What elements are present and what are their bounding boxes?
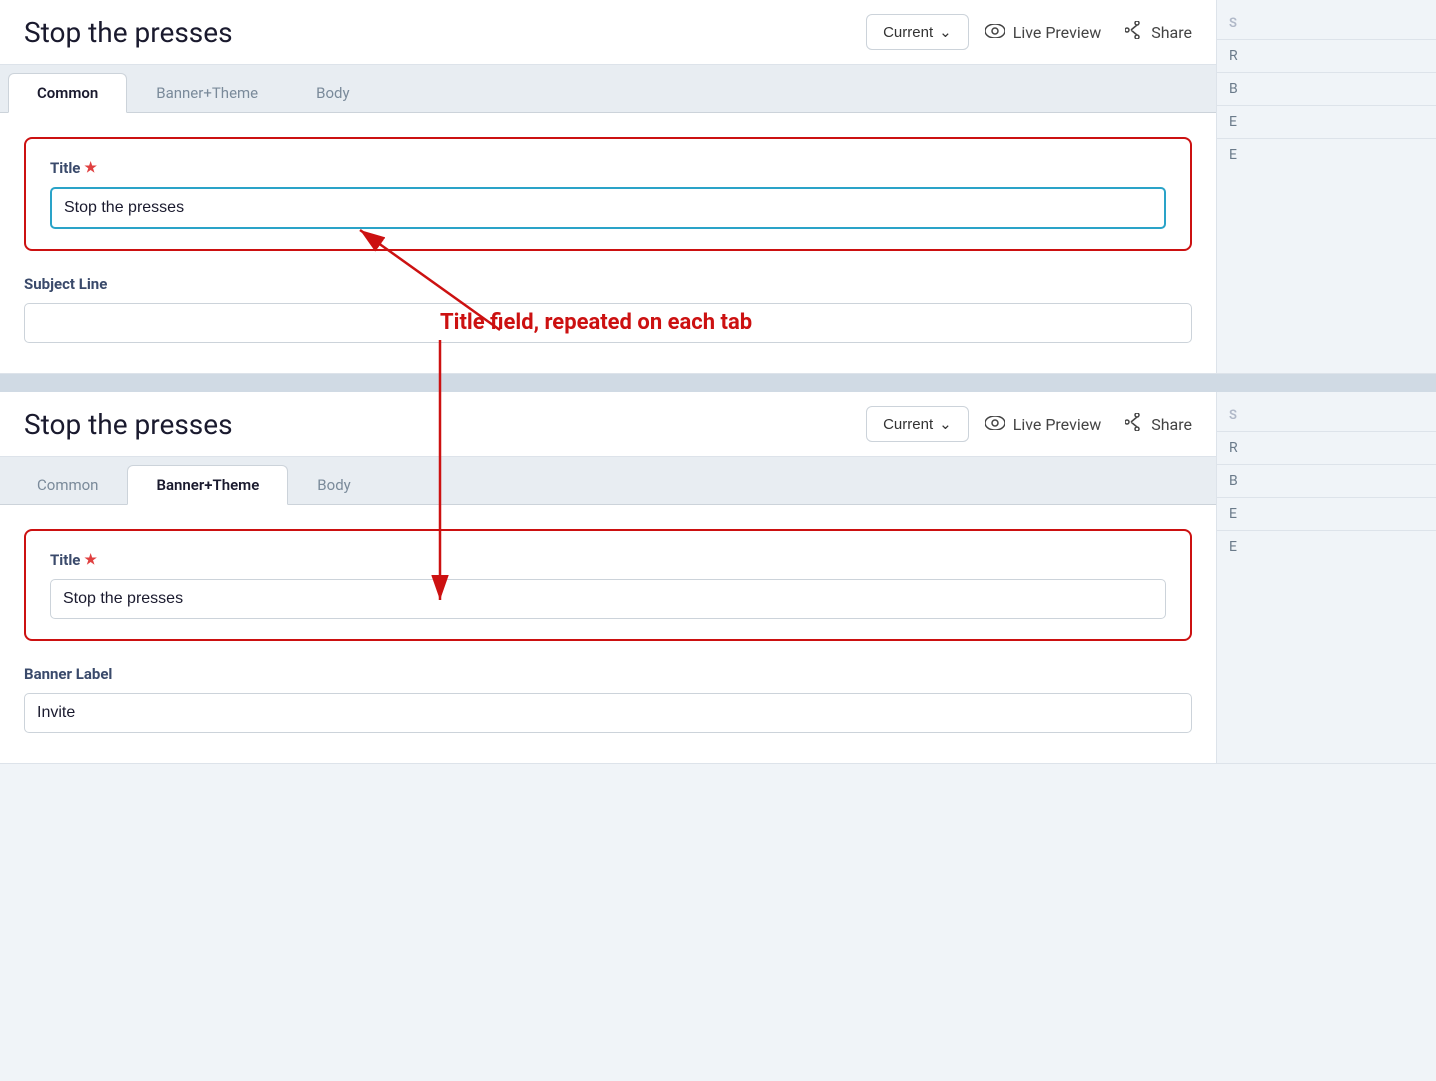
top-header: Stop the presses Current ⌄ Live Preview [0, 0, 1216, 65]
subject-line-input[interactable] [24, 303, 1192, 343]
subject-line-section: Subject Line [24, 275, 1192, 343]
title-field-card-top: Title ★ [24, 137, 1192, 251]
banner-label-label: Banner Label [24, 665, 1192, 683]
dropdown-chevron-icon: ⌄ [939, 23, 952, 41]
header-actions: Live Preview Share [985, 21, 1192, 43]
bottom-content: Title ★ Banner Label [0, 505, 1216, 763]
share-icon [1125, 21, 1143, 43]
bottom-header: Stop the presses Current ⌄ Live Preview [0, 392, 1216, 457]
share-label: Share [1151, 23, 1192, 42]
bottom-section: Stop the presses Current ⌄ Live Preview [0, 392, 1436, 764]
tab-common-top[interactable]: Common [8, 73, 127, 113]
banner-label-input[interactable] [24, 693, 1192, 733]
tab-common-bottom[interactable]: Common [8, 465, 127, 504]
bottom-share-button[interactable]: Share [1125, 413, 1192, 435]
eye-icon [985, 23, 1005, 42]
top-right-sidebar: S R B E E [1216, 0, 1436, 373]
title-input-top[interactable] [50, 187, 1166, 229]
bottom-share-label: Share [1151, 415, 1192, 434]
title-label-top: Title ★ [50, 159, 1166, 177]
bottom-eye-icon [985, 415, 1005, 434]
bottom-main-panel: Stop the presses Current ⌄ Live Preview [0, 392, 1216, 763]
tab-banner-theme-top[interactable]: Banner+Theme [127, 73, 287, 112]
bottom-live-preview-button[interactable]: Live Preview [985, 415, 1102, 434]
top-content: Title ★ Subject Line [0, 113, 1216, 373]
required-star-bottom: ★ [84, 552, 97, 568]
bottom-tabs-bar: Common Banner+Theme Body [0, 457, 1216, 505]
panel-separator [0, 374, 1436, 392]
title-field-card-bottom: Title ★ [24, 529, 1192, 641]
bottom-header-actions: Live Preview Share [985, 413, 1192, 435]
current-label: Current [883, 24, 933, 41]
top-section: Stop the presses Current ⌄ Live Preview [0, 0, 1436, 374]
live-preview-label: Live Preview [1013, 23, 1102, 42]
title-input-bottom[interactable] [50, 579, 1166, 619]
banner-label-section: Banner Label [24, 665, 1192, 733]
title-label-bottom: Title ★ [50, 551, 1166, 569]
tab-banner-theme-bottom[interactable]: Banner+Theme [127, 465, 288, 505]
bottom-page-title: Stop the presses [24, 408, 850, 441]
tab-body-top[interactable]: Body [287, 73, 378, 112]
bottom-current-label: Current [883, 416, 933, 433]
share-button[interactable]: Share [1125, 21, 1192, 43]
required-star-top: ★ [84, 160, 97, 176]
page-title: Stop the presses [24, 16, 850, 49]
bottom-live-preview-label: Live Preview [1013, 415, 1102, 434]
bottom-current-dropdown[interactable]: Current ⌄ [866, 406, 969, 442]
bottom-right-sidebar: S R B E E [1216, 392, 1436, 763]
subject-line-label: Subject Line [24, 275, 1192, 293]
live-preview-button[interactable]: Live Preview [985, 23, 1102, 42]
current-dropdown[interactable]: Current ⌄ [866, 14, 969, 50]
top-tabs-bar: Common Banner+Theme Body [0, 65, 1216, 113]
bottom-dropdown-chevron-icon: ⌄ [939, 415, 952, 433]
tab-body-bottom[interactable]: Body [288, 465, 379, 504]
page-wrapper: Stop the presses Current ⌄ Live Preview [0, 0, 1436, 764]
top-main-panel: Stop the presses Current ⌄ Live Preview [0, 0, 1216, 373]
bottom-share-icon [1125, 413, 1143, 435]
